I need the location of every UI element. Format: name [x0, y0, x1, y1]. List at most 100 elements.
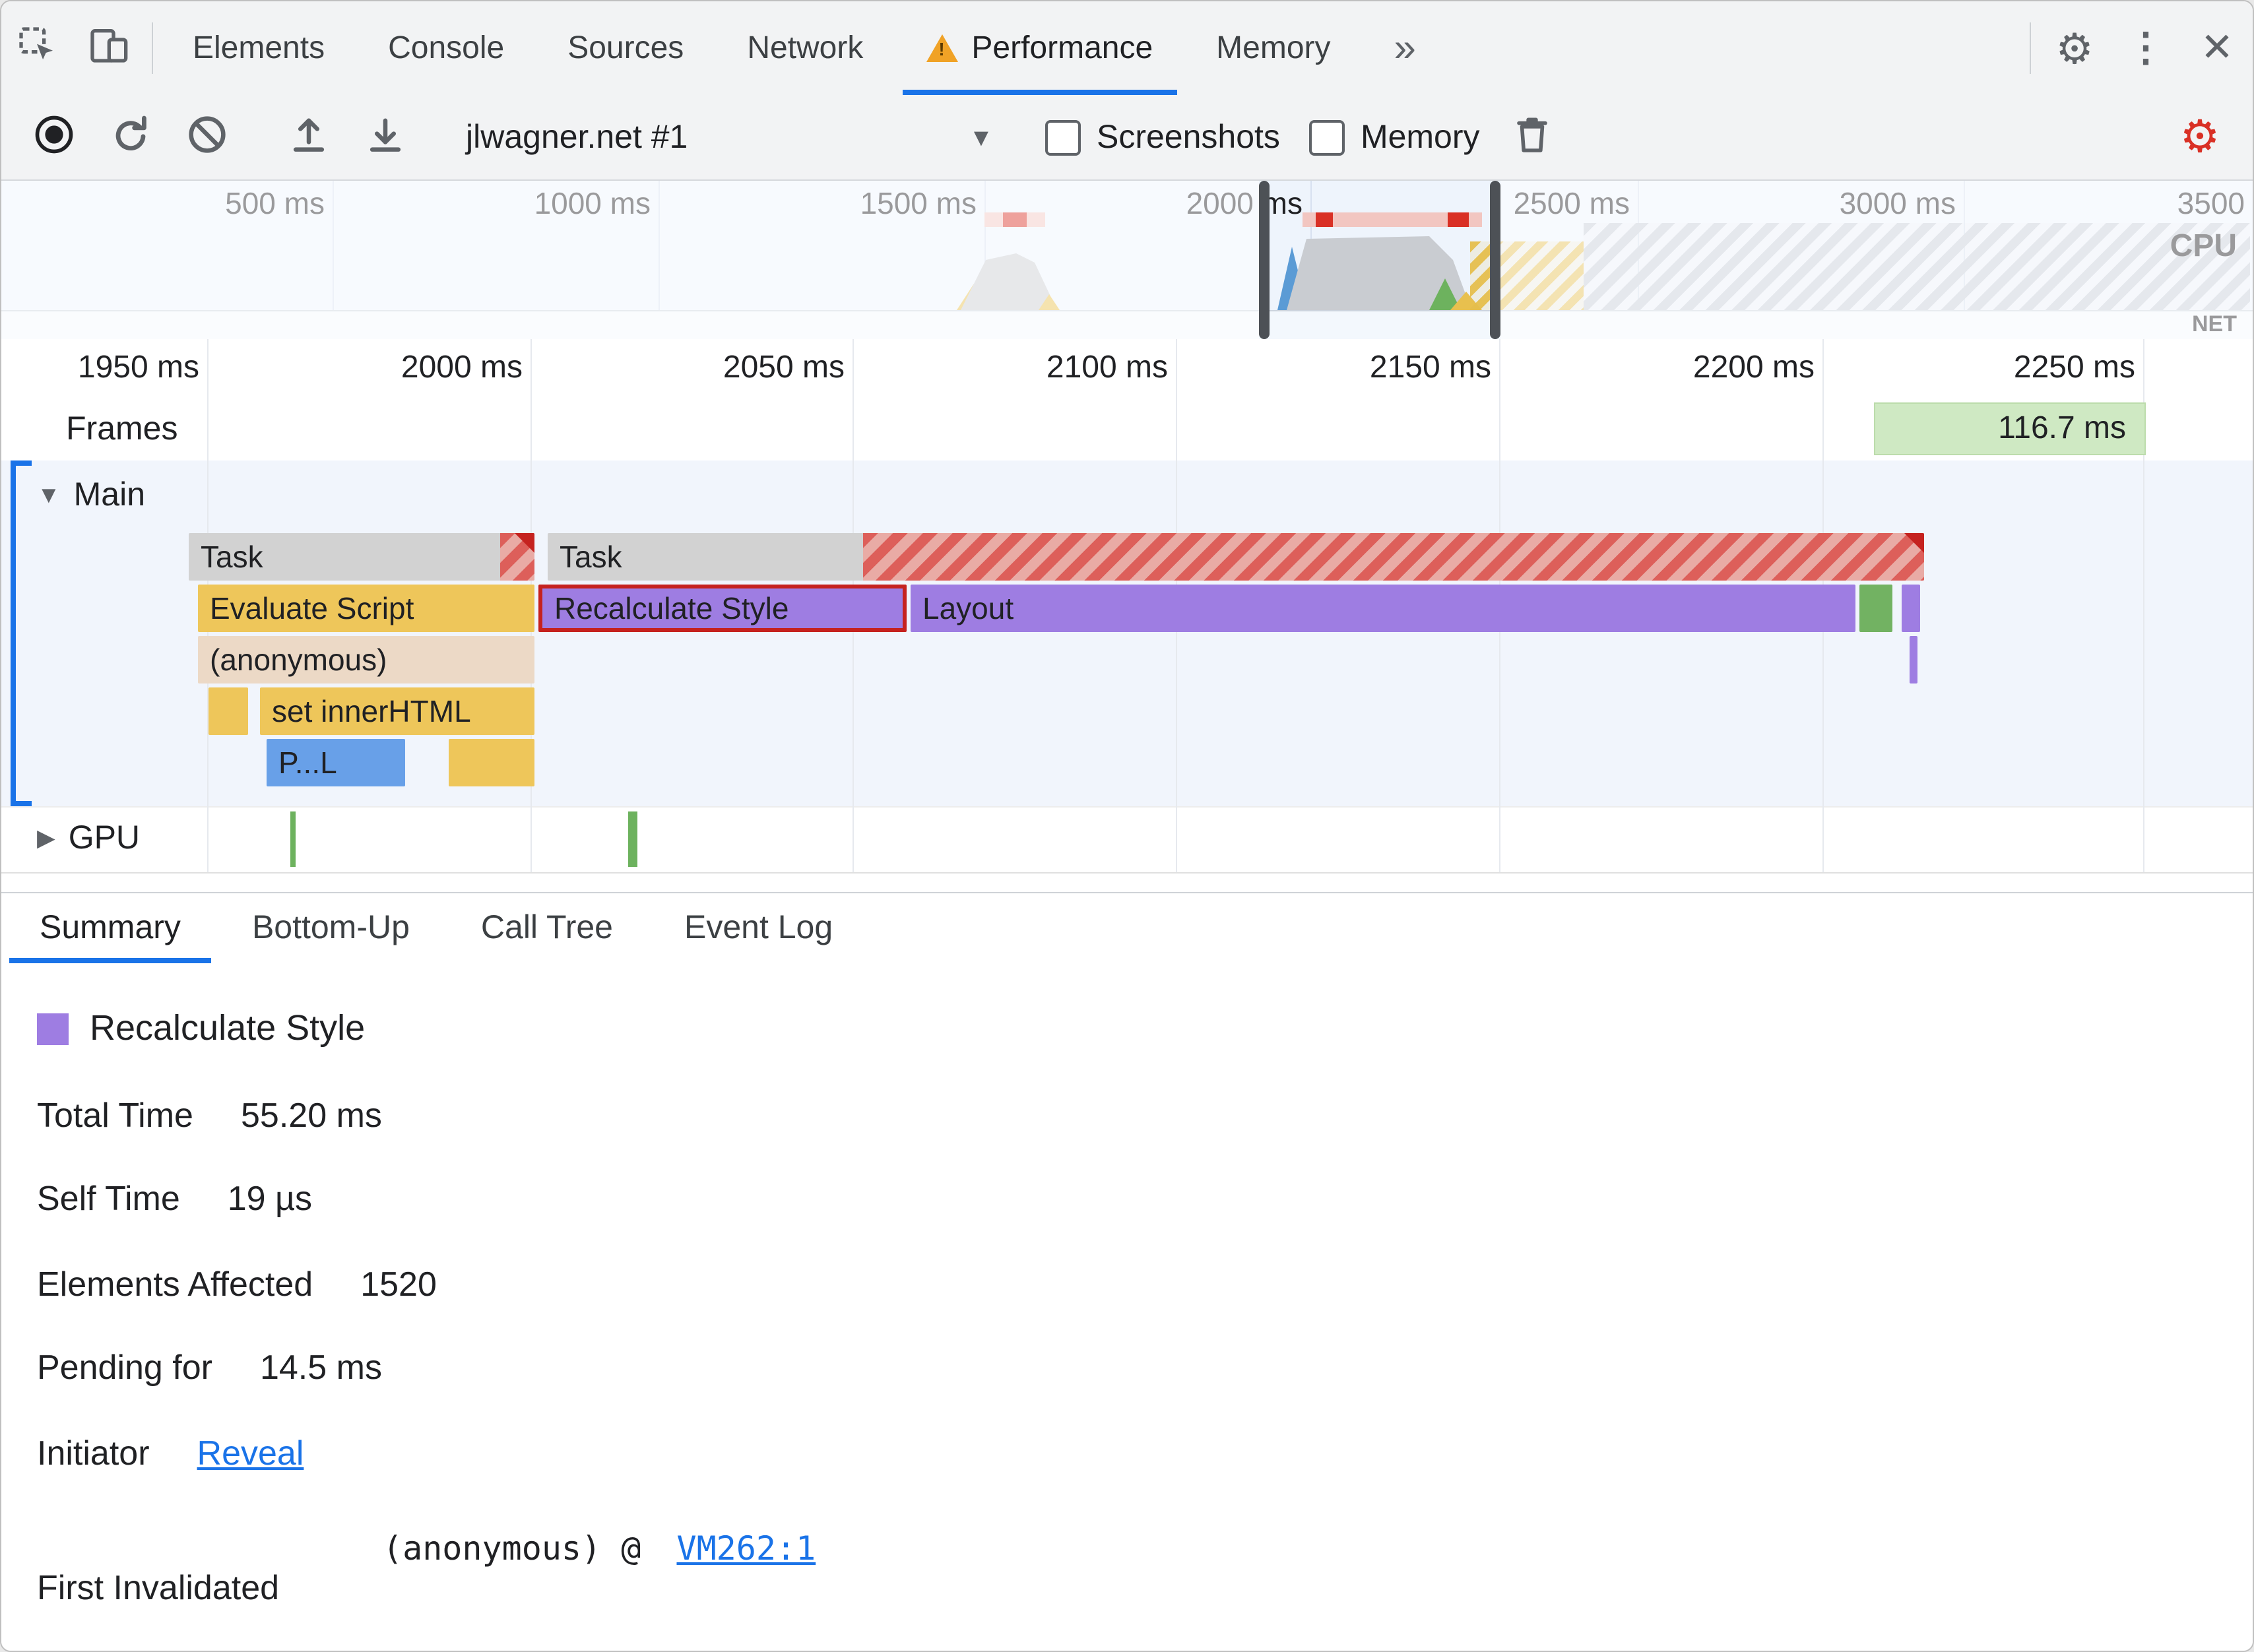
- tab-elements[interactable]: Elements: [161, 1, 356, 95]
- stack-trace-link[interactable]: VM262:1: [676, 1529, 816, 1568]
- recalculate-style-bar[interactable]: Recalculate Style: [538, 585, 907, 632]
- summary-title: Recalculate Style: [37, 1008, 365, 1049]
- menu-button[interactable]: ⋮: [2110, 1, 2181, 95]
- more-tabs-button[interactable]: »: [1363, 1, 1448, 95]
- tab-memory[interactable]: Memory: [1184, 1, 1362, 95]
- screenshots-checkbox-label[interactable]: Screenshots: [1035, 118, 1291, 156]
- memory-checkbox-label[interactable]: Memory: [1299, 118, 1491, 156]
- devtools-tabbar: Elements Console Sources Network Perform…: [1, 1, 2253, 96]
- record-button[interactable]: [20, 106, 88, 169]
- first-invalidated-label: First Invalidated: [37, 1568, 280, 1607]
- script-bar[interactable]: [449, 739, 534, 786]
- reload-and-record-button[interactable]: [96, 106, 165, 169]
- frames-track-label: Frames: [66, 410, 178, 447]
- rendering-color-swatch: [37, 1013, 69, 1044]
- tab-sources[interactable]: Sources: [536, 1, 715, 95]
- inspect-cursor-icon: [16, 24, 58, 73]
- detail-tick: 2000 ms: [401, 350, 523, 385]
- set-innerhtml-bar[interactable]: set innerHTML: [260, 687, 534, 735]
- selection-handle-left[interactable]: [1259, 181, 1270, 339]
- parse-html-bar[interactable]: P...L: [267, 739, 405, 786]
- gpu-activity-bar[interactable]: [290, 811, 296, 867]
- elements-affected-row: Elements Affected 1520: [37, 1264, 437, 1304]
- memory-checkbox[interactable]: [1308, 119, 1345, 155]
- task-bar[interactable]: Task: [189, 533, 534, 581]
- main-track-selection-bracket: [11, 461, 34, 806]
- gpu-track: [1, 806, 2253, 872]
- selection-curtain-left: [1, 181, 1259, 339]
- pending-for-row: Pending for 14.5 ms: [37, 1347, 382, 1387]
- tab-summary[interactable]: Summary: [4, 893, 216, 963]
- tab-console[interactable]: Console: [356, 1, 536, 95]
- profile-select-value: jlwagner.net #1: [466, 118, 688, 155]
- screenshots-checkbox[interactable]: [1045, 119, 1081, 155]
- timeline-detail[interactable]: 1950 ms 2000 ms 2050 ms 2100 ms 2150 ms …: [1, 339, 2253, 874]
- layout-bar[interactable]: Layout: [911, 585, 1855, 632]
- device-toolbar-button[interactable]: [73, 1, 144, 95]
- tab-network[interactable]: Network: [715, 1, 895, 95]
- summary-event-name: Recalculate Style: [90, 1008, 366, 1048]
- tab-bottom-up[interactable]: Bottom-Up: [216, 893, 445, 963]
- warning-icon: [926, 34, 959, 62]
- total-time-value: 55.20 ms: [241, 1095, 382, 1135]
- summary-panel: Recalculate Style Total Time 55.20 ms Sel…: [1, 963, 2253, 1651]
- detail-tick: 1950 ms: [77, 350, 199, 385]
- chevron-double-right-icon: »: [1394, 26, 1416, 69]
- close-icon: ✕: [2200, 26, 2234, 69]
- gear-red-icon: ⚙: [2179, 112, 2220, 162]
- evaluate-script-bar[interactable]: Evaluate Script: [198, 585, 534, 632]
- gpu-track-header[interactable]: ▶ GPU: [37, 819, 140, 858]
- long-task-corner: [515, 533, 534, 553]
- chevron-down-icon: ▾: [973, 120, 988, 153]
- anonymous-bar[interactable]: (anonymous): [198, 636, 534, 683]
- devtools-window: Elements Console Sources Network Perform…: [0, 0, 2254, 1652]
- inspect-element-button[interactable]: [1, 1, 73, 95]
- script-bar[interactable]: [209, 687, 248, 735]
- upload-icon: [286, 111, 331, 163]
- detail-tick: 2100 ms: [1046, 350, 1168, 385]
- save-profile-button[interactable]: [351, 106, 420, 169]
- tab-performance[interactable]: Performance: [895, 1, 1184, 95]
- total-time-row: Total Time 55.20 ms: [37, 1095, 382, 1135]
- detail-tick: 2200 ms: [1692, 350, 1815, 385]
- triangle-right-icon: ▶: [37, 825, 55, 851]
- settings-button[interactable]: ⚙: [2039, 1, 2110, 95]
- reload-icon: [108, 111, 153, 163]
- clear-recording-button[interactable]: [173, 106, 242, 169]
- elements-affected-value: 1520: [360, 1264, 437, 1304]
- tab-event-log[interactable]: Event Log: [649, 893, 868, 963]
- timeline-overview[interactable]: 500 ms 1000 ms 1500 ms 2000 ms 2500 ms 3…: [1, 181, 2253, 340]
- frames-track: Frames 116.7 ms: [1, 397, 2253, 462]
- self-time-value: 19 µs: [227, 1178, 312, 1218]
- tab-call-tree[interactable]: Call Tree: [445, 893, 649, 963]
- separator: [2030, 22, 2031, 74]
- initiator-row: Initiator Reveal: [37, 1433, 304, 1473]
- pending-for-value: 14.5 ms: [259, 1347, 382, 1387]
- long-task-hatch: [863, 533, 1924, 581]
- paint-bar[interactable]: [1859, 585, 1892, 632]
- small-rendering-bar[interactable]: [1910, 636, 1917, 683]
- long-task-corner: [1904, 533, 1924, 553]
- small-rendering-bar[interactable]: [1902, 585, 1920, 632]
- reveal-link[interactable]: Reveal: [197, 1433, 304, 1473]
- separator: [152, 22, 153, 74]
- detail-tick: 2050 ms: [723, 350, 845, 385]
- gear-icon: ⚙: [2055, 24, 2094, 72]
- self-time-row: Self Time 19 µs: [37, 1178, 312, 1218]
- performance-toolbar: jlwagner.net #1 ▾ Screenshots Memory ⚙: [1, 95, 2253, 181]
- trash-icon: [1512, 113, 1554, 162]
- close-devtools-button[interactable]: ✕: [2181, 1, 2253, 95]
- profile-select[interactable]: jlwagner.net #1 ▾: [453, 118, 1002, 156]
- download-icon: [363, 111, 408, 163]
- frame-duration-chip[interactable]: 116.7 ms: [1874, 402, 2146, 455]
- selection-curtain-right: [1500, 181, 2253, 339]
- main-track-header[interactable]: ▼ Main: [37, 476, 145, 515]
- capture-settings-button[interactable]: ⚙: [2166, 106, 2234, 169]
- gpu-activity-bar[interactable]: [628, 811, 637, 867]
- garbage-collect-button[interactable]: [1498, 106, 1567, 169]
- details-tabbar: Summary Bottom-Up Call Tree Event Log: [1, 892, 2253, 965]
- selection-handle-right[interactable]: [1490, 181, 1500, 339]
- load-profile-button[interactable]: [274, 106, 343, 169]
- task-bar[interactable]: Task: [548, 533, 1924, 581]
- kebab-menu-icon: ⋮: [2126, 26, 2166, 69]
